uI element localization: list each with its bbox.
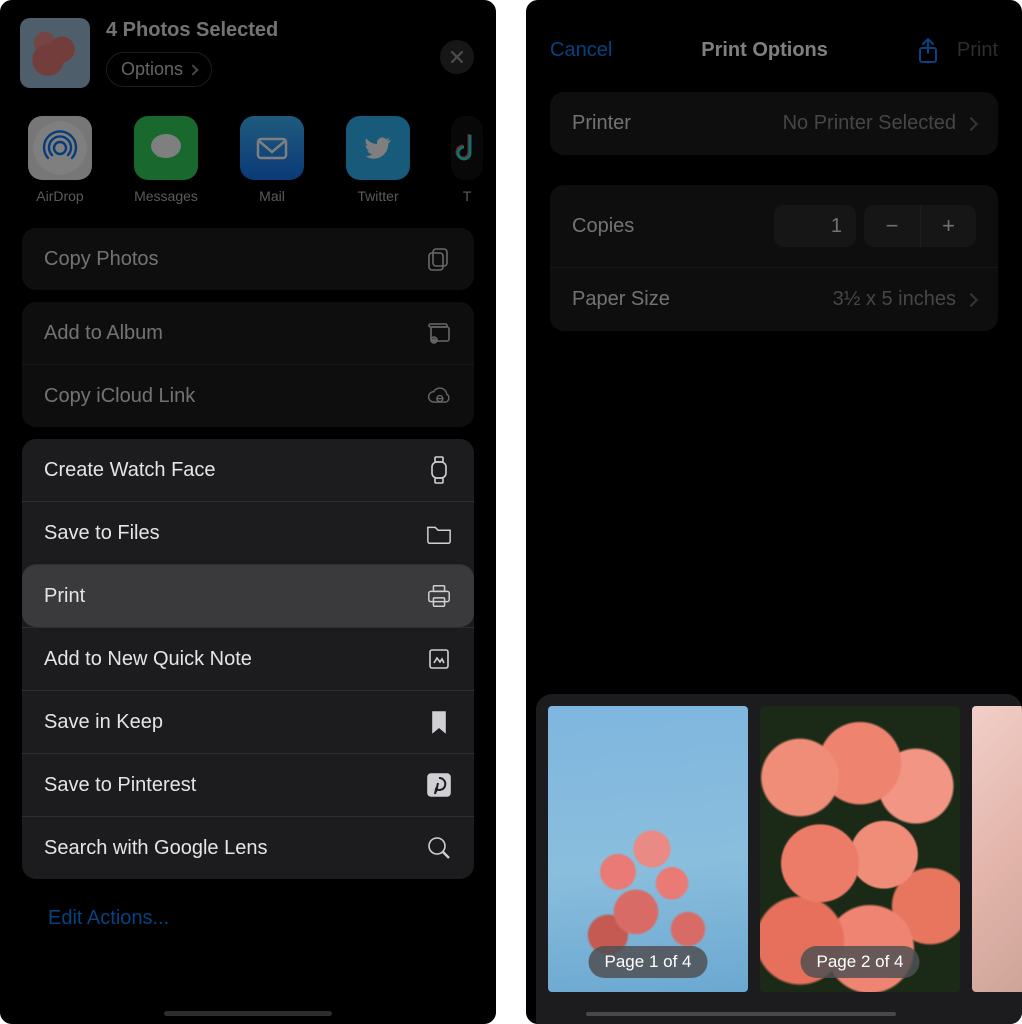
action-group: Copy Photos <box>22 228 474 290</box>
navbar: Cancel Print Options Print <box>526 0 1022 70</box>
preview-scrollbar[interactable] <box>586 1012 896 1016</box>
copies-row: Copies 1 − + <box>550 185 998 267</box>
chevron-right-icon <box>187 64 198 75</box>
watch-icon <box>426 457 452 483</box>
action-create-watch-face[interactable]: Create Watch Face <box>22 439 474 501</box>
folder-icon <box>426 520 452 546</box>
action-save-in-keep[interactable]: Save in Keep <box>22 690 474 753</box>
share-app-mail[interactable]: Mail <box>240 116 304 204</box>
chevron-right-icon <box>964 116 978 130</box>
copies-increment-button[interactable]: + <box>920 205 976 247</box>
printer-settings-group: Printer No Printer Selected <box>550 92 998 155</box>
copy-photos-icon <box>426 246 452 272</box>
cancel-button[interactable]: Cancel <box>550 39 612 62</box>
share-app-messages[interactable]: Messages <box>134 116 198 204</box>
action-print[interactable]: Print <box>22 564 474 627</box>
share-app-twitter[interactable]: Twitter <box>346 116 410 204</box>
action-label: Copy iCloud Link <box>44 385 195 408</box>
action-list: Copy Photos Add to Album Copy iCloud Lin… <box>0 204 496 946</box>
action-add-to-quick-note[interactable]: Add to New Quick Note <box>22 627 474 690</box>
action-group: Add to Album Copy iCloud Link <box>22 302 474 427</box>
print-options-screen: Cancel Print Options Print Printer No Pr… <box>526 0 1022 1024</box>
action-save-to-pinterest[interactable]: Save to Pinterest <box>22 753 474 816</box>
page-indicator: Page 2 of 4 <box>801 946 920 978</box>
setting-label: Paper Size <box>572 288 670 311</box>
share-sheet-header: 4 Photos Selected Options <box>0 0 496 88</box>
print-settings-group: Copies 1 − + Paper Size 3½ x 5 inches <box>550 185 998 331</box>
print-preview-strip: Page 1 of 4 Page 2 of 4 Pa <box>536 694 1022 1024</box>
paper-size-row[interactable]: Paper Size 3½ x 5 inches <box>550 267 998 331</box>
home-indicator[interactable] <box>164 1011 332 1016</box>
share-app-label: T <box>463 188 472 204</box>
share-app-label: AirDrop <box>36 188 83 204</box>
action-label: Save to Pinterest <box>44 774 196 797</box>
preview-page[interactable]: Page 1 of 4 <box>548 706 748 992</box>
print-icon <box>426 583 452 609</box>
airdrop-icon <box>28 116 92 180</box>
action-copy-icloud-link[interactable]: Copy iCloud Link <box>22 364 474 427</box>
page-indicator: Page 1 of 4 <box>589 946 708 978</box>
share-app-airdrop[interactable]: AirDrop <box>28 116 92 204</box>
twitter-icon <box>346 116 410 180</box>
mail-icon <box>240 116 304 180</box>
copies-stepper: − + <box>864 205 976 247</box>
close-icon <box>449 49 465 65</box>
printer-value: No Printer Selected <box>783 112 956 135</box>
share-apps-row: AirDrop Messages Mail Twitter <box>0 88 496 204</box>
copies-value[interactable]: 1 <box>774 205 856 247</box>
action-add-to-album[interactable]: Add to Album <box>22 302 474 364</box>
setting-label: Copies <box>572 215 634 238</box>
page-title: Print Options <box>701 39 828 62</box>
selected-photo-thumbnail[interactable] <box>20 18 90 88</box>
chevron-right-icon <box>964 292 978 306</box>
print-button[interactable]: Print <box>957 39 998 62</box>
copies-decrement-button[interactable]: − <box>864 205 920 247</box>
preview-row[interactable]: Page 1 of 4 Page 2 of 4 Pa <box>548 706 1022 996</box>
messages-icon <box>134 116 198 180</box>
preview-page[interactable]: Page 2 of 4 <box>760 706 960 992</box>
action-search-google-lens[interactable]: Search with Google Lens <box>22 816 474 879</box>
search-icon <box>426 835 452 861</box>
options-button[interactable]: Options <box>106 52 212 87</box>
close-button[interactable] <box>440 40 474 74</box>
action-label: Search with Google Lens <box>44 837 267 860</box>
edit-actions-button[interactable]: Edit Actions... <box>22 891 474 946</box>
preview-page[interactable]: Pa <box>972 706 1022 992</box>
action-label: Save in Keep <box>44 711 163 734</box>
action-label: Add to Album <box>44 322 163 345</box>
share-app-label: Mail <box>259 188 285 204</box>
quicknote-icon <box>426 646 452 672</box>
action-group: Create Watch Face Save to Files Print Ad… <box>22 439 474 879</box>
action-label: Print <box>44 585 85 608</box>
options-label: Options <box>121 59 183 80</box>
share-sheet-screen: 4 Photos Selected Options AirDrop <box>0 0 496 1024</box>
icloud-link-icon <box>426 383 452 409</box>
share-sheet-title: 4 Photos Selected <box>106 19 278 42</box>
action-save-to-files[interactable]: Save to Files <box>22 501 474 564</box>
share-icon <box>917 37 939 65</box>
action-label: Add to New Quick Note <box>44 648 252 671</box>
share-app-label: Twitter <box>357 188 398 204</box>
printer-row[interactable]: Printer No Printer Selected <box>550 92 998 155</box>
share-app-label: Messages <box>134 188 198 204</box>
share-button[interactable] <box>917 37 939 63</box>
action-label: Copy Photos <box>44 248 159 271</box>
album-icon <box>426 320 452 346</box>
tiktok-icon <box>451 116 483 180</box>
bookmark-icon <box>426 709 452 735</box>
setting-label: Printer <box>572 112 631 135</box>
action-label: Save to Files <box>44 522 160 545</box>
pinterest-icon <box>426 772 452 798</box>
paper-size-value: 3½ x 5 inches <box>833 288 956 311</box>
action-copy-photos[interactable]: Copy Photos <box>22 228 474 290</box>
share-app-tiktok[interactable]: T <box>452 116 482 204</box>
action-label: Create Watch Face <box>44 459 216 482</box>
